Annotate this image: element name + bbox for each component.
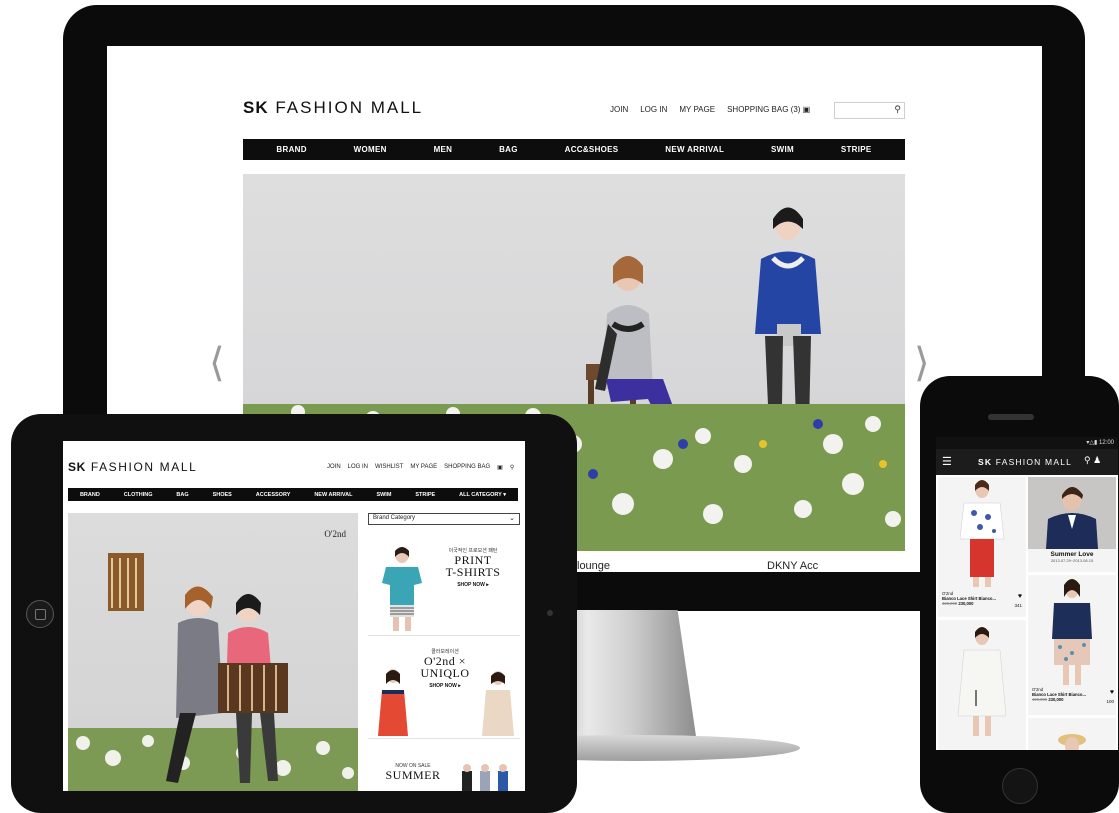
nav-swim[interactable]: SWIM [771, 145, 794, 154]
nav-brand[interactable]: BRAND [80, 492, 100, 498]
app-header: ☰ SK FASHION MALL ⚲ ♟ [936, 449, 1118, 475]
shop-now-link[interactable]: SHOP NOW ▸ [410, 683, 480, 689]
product-image [1058, 734, 1086, 750]
top-links: JOIN LOG IN MY PAGE SHOPPING BAG (3) ▣ [610, 105, 810, 114]
main-nav: BRAND CLOTHING BAG SHOES ACCESSORY NEW A… [68, 488, 518, 501]
bag-icon[interactable]: ▣ [497, 464, 503, 471]
promo-card-o2nd-uniqlo[interactable]: 콜라보레이션 O'2nd × UNIQLO SHOP NOW ▸ [368, 638, 520, 739]
product-card[interactable] [938, 620, 1026, 750]
product-image [1052, 579, 1092, 685]
search-icon[interactable]: ⚲ [894, 104, 901, 115]
promo-title: Summer Love [1050, 551, 1094, 558]
product-image [957, 627, 1007, 736]
nav-swim[interactable]: SWIM [376, 492, 391, 498]
nav-brand[interactable]: BRAND [276, 145, 306, 154]
hamburger-menu-icon[interactable]: ☰ [942, 455, 952, 468]
product-old-price: 420,000 [942, 601, 958, 606]
login-link[interactable]: LOG IN [348, 464, 368, 471]
product-card[interactable]: O'2nd Bianco Lace Shirt Bianco... 420,00… [938, 477, 1026, 617]
phone-screen: ▾△▮ 12:00 ☰ SK FASHION MALL ⚲ ♟ O'2nd Bi… [936, 437, 1118, 750]
nav-acc-shoes[interactable]: ACC&SHOES [565, 145, 619, 154]
wishlist-link[interactable]: WISHLIST [375, 464, 403, 471]
shopping-bag-link[interactable]: SHOPPING BAG [444, 464, 490, 471]
promo-headline-2: T-SHIRTS [445, 565, 501, 579]
my-page-link[interactable]: MY PAGE [679, 105, 715, 114]
site-logo[interactable]: SK FASHION MALL [243, 98, 423, 118]
like-count: 100 [1106, 699, 1114, 704]
nav-bag[interactable]: BAG [176, 492, 188, 498]
user-icon[interactable]: ♟ [1093, 455, 1101, 465]
promo-headline: SUMMER [385, 768, 441, 782]
nav-women[interactable]: WOMEN [354, 145, 387, 154]
shopping-bag-link[interactable]: SHOPPING BAG (3) ▣ [727, 105, 810, 114]
join-link[interactable]: JOIN [327, 464, 341, 471]
tablet-home-button [26, 600, 54, 628]
tablet-screen: SK FASHION MALL JOIN LOG IN WISHLIST MY … [63, 441, 525, 791]
promo-date: 2013.07.29~2013.08.15 [1050, 558, 1094, 563]
heart-icon[interactable]: ♥ [1110, 689, 1114, 696]
carousel-next-icon[interactable]: ⟩ [914, 340, 930, 386]
phone-home-button [1002, 768, 1038, 804]
nav-new-arrival[interactable]: NEW ARRIVAL [665, 145, 724, 154]
nav-bag[interactable]: BAG [499, 145, 518, 154]
bag-icon: ▣ [802, 105, 811, 114]
tablet-sidebar: Brand Category ⌄ 이국적인 프로모션 패턴 PRINT T-SH… [368, 513, 520, 791]
tablet-hero-image[interactable]: O'2nd [68, 513, 358, 791]
nav-shoes[interactable]: SHOES [213, 492, 232, 498]
site-logo[interactable]: SK FASHION MALL [978, 457, 1072, 467]
join-link[interactable]: JOIN [610, 105, 628, 114]
nav-stripe[interactable]: STRIPE [841, 145, 872, 154]
shop-now-link[interactable]: SHOP NOW ▸ [430, 582, 516, 588]
product-card[interactable] [1028, 718, 1116, 750]
o2nd-brand-logo: O'2nd [324, 529, 346, 539]
product-card[interactable]: Summer Love 2013.07.29~2013.08.15 [1028, 477, 1116, 572]
product-image [959, 480, 1005, 587]
like-count: 341 [1014, 603, 1022, 608]
search-icon[interactable]: ⚲ [510, 464, 514, 471]
promo-card-print-tshirts[interactable]: 이국적인 프로모션 패턴 PRINT T-SHIRTS SHOP NOW ▸ [368, 535, 520, 636]
product-price: 230,000 [958, 601, 974, 606]
product-price: 230,000 [1048, 697, 1064, 702]
nav-clothing[interactable]: CLOTHING [124, 492, 153, 498]
nav-men[interactable]: MEN [434, 145, 453, 154]
banner-caption-dkny[interactable]: DKNY Acc [767, 560, 818, 572]
brand-category-label: Brand Category [373, 515, 416, 521]
banner-caption-lounge[interactable]: lounge [577, 560, 610, 572]
site-logo[interactable]: SK FASHION MALL [68, 460, 197, 474]
product-image [1028, 477, 1116, 549]
promo-models-image [462, 764, 508, 791]
nav-accessory[interactable]: ACCESSORY [256, 492, 291, 498]
promo-card-summer-sale[interactable]: NOW ON SALE SUMMER [368, 741, 520, 791]
nav-all-category[interactable]: ALL CATEGORY ▾ [459, 492, 506, 498]
login-link[interactable]: LOG IN [640, 105, 667, 114]
signal-icon: ▾△▮ [1086, 440, 1098, 446]
my-page-link[interactable]: MY PAGE [410, 464, 437, 471]
promo-model-image-2 [482, 671, 514, 736]
product-card[interactable]: O'2nd Bianco Lace Shirt Bianco... 420,00… [1028, 575, 1116, 715]
main-nav: BRAND WOMEN MEN BAG ACC&SHOES NEW ARRIVA… [243, 139, 905, 160]
search-icon[interactable]: ⚲ [1084, 455, 1091, 465]
product-grid: O'2nd Bianco Lace Shirt Bianco... 420,00… [936, 477, 1118, 750]
nav-stripe[interactable]: STRIPE [415, 492, 435, 498]
promo-headline-2: UNIQLO [420, 666, 470, 680]
chevron-down-icon: ⌄ [509, 515, 515, 522]
product-old-price: 420,000 [1032, 697, 1048, 702]
promo-model-image [378, 669, 408, 736]
carousel-prev-icon[interactable]: ⟨ [209, 340, 225, 386]
header-icons: ⚲ ♟ [1084, 455, 1101, 466]
search-input[interactable]: ⚲ [834, 102, 905, 119]
phone-speaker [988, 414, 1034, 420]
top-links: JOIN LOG IN WISHLIST MY PAGE SHOPPING BA… [327, 464, 514, 471]
heart-icon[interactable]: ♥ [1018, 593, 1022, 600]
brand-category-select[interactable]: Brand Category ⌄ [368, 513, 520, 525]
nav-new-arrival[interactable]: NEW ARRIVAL [314, 492, 352, 498]
promo-model-image [382, 547, 422, 631]
status-time: 12:00 [1098, 440, 1114, 446]
status-bar: ▾△▮ 12:00 [936, 437, 1118, 449]
tablet-camera [547, 610, 553, 616]
